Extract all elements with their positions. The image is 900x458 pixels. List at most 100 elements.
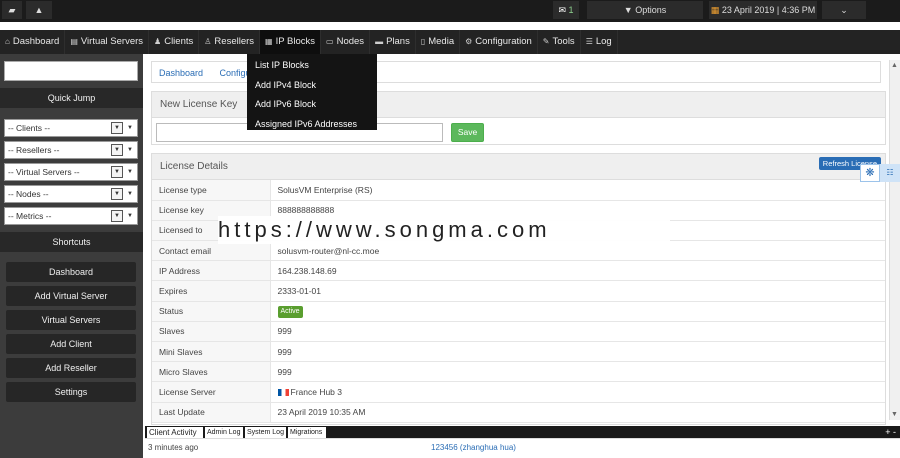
grid-icon: ▦ <box>265 37 273 46</box>
options-label: Options <box>635 5 667 15</box>
tab-client-activity[interactable]: Client Activity <box>147 427 203 438</box>
table-row: Last Update 23 April 2019 10:35 AM <box>152 402 885 423</box>
row-value: 999 <box>270 321 885 343</box>
warning-icon[interactable]: ▲ <box>26 1 52 19</box>
plans-icon: ▬ <box>375 37 384 46</box>
dropdown-arrow-icon: ▼ <box>111 188 123 200</box>
funnel-icon: ▼ <box>623 5 633 15</box>
shortcut-add-virtual-server[interactable]: Add Virtual Server <box>6 286 136 306</box>
save-button[interactable]: Save <box>451 123 484 142</box>
table-row: Slaves 999 <box>152 321 885 343</box>
scroll-up-icon[interactable]: ▲ <box>891 62 898 69</box>
table-row: Expires 2333-01-01 <box>152 280 885 302</box>
activity-row: 3 minutes ago 123456 (zhanghua hua) <box>145 438 900 458</box>
nav-item-clients[interactable]: ♟ Clients <box>149 30 200 54</box>
ip-blocks-dropdown: List IP Blocks Add IPv4 Block Add IPv6 B… <box>247 54 377 130</box>
activity-user-link[interactable]: 123456 (zhanghua hua) <box>431 443 516 452</box>
nav-item-resellers[interactable]: ♙ Resellers <box>199 30 261 54</box>
user-menu-button[interactable]: ⌄ <box>822 1 866 19</box>
row-key: Slaves <box>152 321 271 343</box>
translate-widget-icon[interactable]: ❋ <box>860 164 880 182</box>
nav-item-ip-blocks[interactable]: ▦ IP Blocks <box>260 30 322 54</box>
row-value: 2333-01-01 <box>270 280 885 302</box>
side-tab-icon[interactable]: ☷ <box>880 164 900 182</box>
messages-count: 1 <box>568 5 574 15</box>
content-scrollbar[interactable]: ▲ ▼ <box>889 60 900 420</box>
nodes-select[interactable]: -- Nodes -- ▼ ▼ <box>4 185 138 203</box>
menu-item-list-ip-blocks[interactable]: List IP Blocks <box>247 56 377 76</box>
nav-item-label: Nodes <box>336 36 365 47</box>
shortcut-settings[interactable]: Settings <box>6 382 136 402</box>
nav-item-tools[interactable]: ✎ Tools <box>538 30 581 54</box>
chevron-down-icon: ▼ <box>127 191 133 197</box>
calendar-icon: ▦ <box>710 5 720 15</box>
metrics-select[interactable]: -- Metrics -- ▼ ▼ <box>4 207 138 225</box>
activity-tabs-bar: Client Activity Admin Log System Log Mig… <box>145 426 900 438</box>
nav-item-dashboard[interactable]: ⌂ Dashboard <box>0 30 66 54</box>
tab-admin-log[interactable]: Admin Log <box>205 427 243 438</box>
menu-item-add-ipv4-block[interactable]: Add IPv4 Block <box>247 76 377 96</box>
note-icon[interactable]: ▰ <box>2 1 22 19</box>
users-icon: ♟ <box>154 37 162 46</box>
server-icon: ▤ <box>70 37 78 46</box>
nav-item-media[interactable]: ▯ Media <box>416 30 461 54</box>
menu-item-add-ipv6-block[interactable]: Add IPv6 Block <box>247 95 377 115</box>
menu-item-assigned-ipv6[interactable]: Assigned IPv6 Addresses <box>247 115 377 135</box>
activity-controls[interactable]: + - <box>885 426 896 438</box>
row-key: Mini Slaves <box>152 341 271 363</box>
row-value: Active <box>270 301 885 322</box>
shortcut-dashboard[interactable]: Dashboard <box>6 262 136 282</box>
messages-button[interactable]: ✉ 1 <box>553 1 579 19</box>
nav-item-plans[interactable]: ▬ Plans <box>370 30 416 54</box>
tab-system-log[interactable]: System Log <box>245 427 286 438</box>
shortcut-add-client[interactable]: Add Client <box>6 334 136 354</box>
dropdown-arrow-icon: ▼ <box>111 122 123 134</box>
nav-item-virtual-servers[interactable]: ▤ Virtual Servers <box>65 30 150 54</box>
row-value: France Hub 3 <box>270 381 885 403</box>
dropdown-arrow-icon: ▼ <box>111 210 123 222</box>
activity-time: 3 minutes ago <box>148 443 199 452</box>
row-key: Micro Slaves <box>152 361 271 383</box>
envelope-icon: ✉ <box>558 5 566 15</box>
chevron-down-icon: ▼ <box>127 213 133 219</box>
sidebar: Quick Jump -- Clients -- ▼ ▼ -- Reseller… <box>0 54 143 458</box>
dropdown-arrow-icon: ▼ <box>111 144 123 156</box>
row-value: 23 April 2019 10:35 AM <box>270 402 885 423</box>
nav-item-nodes[interactable]: ▭ Nodes <box>321 30 371 54</box>
nodes-select-value: -- Nodes -- <box>8 189 49 199</box>
nav-item-configuration[interactable]: ⚙ Configuration <box>460 30 538 54</box>
row-key: License Server <box>152 381 271 403</box>
row-value: SolusVM Enterprise (RS) <box>270 180 885 201</box>
row-key: Status <box>152 301 271 322</box>
shortcut-virtual-servers[interactable]: Virtual Servers <box>6 310 136 330</box>
status-badge: Active <box>277 305 303 318</box>
search-input[interactable] <box>4 61 138 81</box>
resellers-select-value: -- Resellers -- <box>8 145 60 155</box>
chevron-down-icon: ▼ <box>127 125 133 131</box>
clients-select-value: -- Clients -- <box>8 123 51 133</box>
nav-item-label: IP Blocks <box>275 36 316 47</box>
license-details-panel: License Details Refresh License License … <box>151 153 886 425</box>
clients-select[interactable]: -- Clients -- ▼ ▼ <box>4 119 138 137</box>
row-key: Last Update <box>152 402 271 423</box>
home-icon: ⌂ <box>5 37 10 46</box>
date-display[interactable]: ▦ 23 April 2019 | 4:36 PM <box>709 1 817 19</box>
france-flag-icon <box>277 389 289 397</box>
chevron-down-icon: ▼ <box>127 147 133 153</box>
tab-migrations[interactable]: Migrations <box>288 427 326 438</box>
table-row: License Server France Hub 3 <box>152 381 885 403</box>
top-bar: ▰ ▲ ✉ 1 ▼ Options ▦ 23 April 2019 | 4:36… <box>0 0 900 22</box>
virtual-servers-select[interactable]: -- Virtual Servers -- ▼ ▼ <box>4 163 138 181</box>
row-value: 999 <box>270 361 885 383</box>
breadcrumb-dashboard[interactable]: Dashboard <box>159 68 203 78</box>
virtual-servers-select-value: -- Virtual Servers -- <box>8 167 80 177</box>
shortcut-add-reseller[interactable]: Add Reseller <box>6 358 136 378</box>
nav-item-label: Resellers <box>214 36 255 47</box>
nav-item-log[interactable]: ☰ Log <box>581 30 618 54</box>
metrics-select-value: -- Metrics -- <box>8 211 52 221</box>
breadcrumb-configuration[interactable]: Configu <box>220 68 251 78</box>
resellers-select[interactable]: -- Resellers -- ▼ ▼ <box>4 141 138 159</box>
options-button[interactable]: ▼ Options <box>587 1 703 19</box>
scroll-down-icon[interactable]: ▼ <box>891 411 898 418</box>
date-label: 23 April 2019 | 4:36 PM <box>721 5 816 15</box>
